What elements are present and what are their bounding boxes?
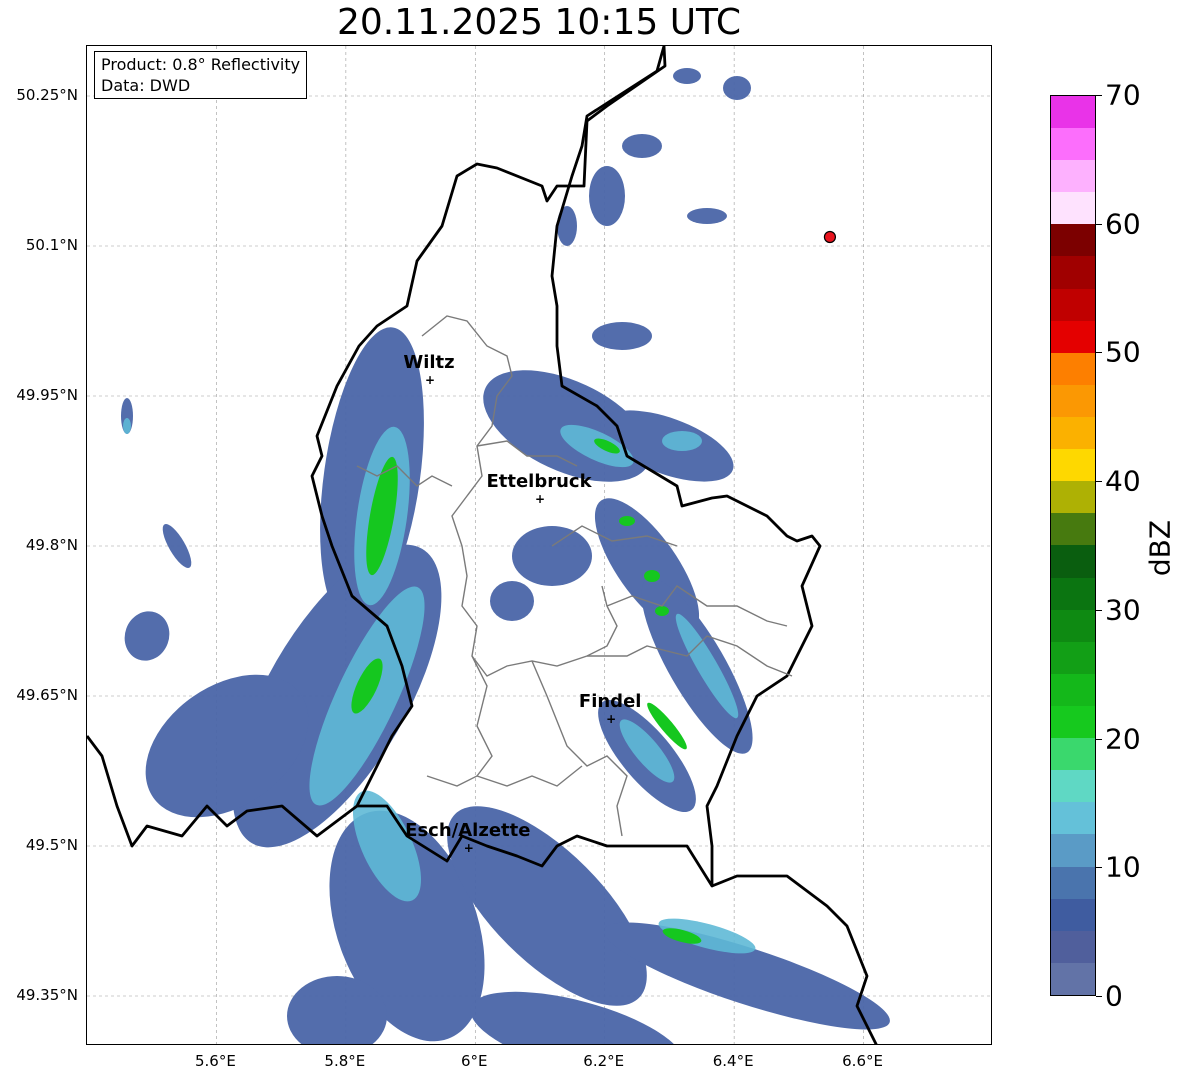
colorbar-segment [1051, 609, 1095, 642]
colorbar-segment [1051, 577, 1095, 610]
lon-tick-label: 6°E [461, 1052, 488, 1070]
colorbar-segment [1051, 160, 1095, 193]
colorbar-segment [1051, 834, 1095, 867]
city-label: Esch/Alzette [405, 820, 531, 841]
colorbar-segment [1051, 673, 1095, 707]
colorbar-segment [1051, 352, 1095, 385]
map-canvas[interactable]: + + + + [87, 46, 992, 1045]
lat-tick-label: 49.5°N [25, 836, 78, 854]
colorbar-tick [1096, 996, 1102, 997]
colorbar-segment [1051, 481, 1095, 514]
colorbar-segment [1051, 866, 1095, 899]
lat-tick-label: 49.65°N [16, 686, 78, 704]
colorbar-segment [1051, 545, 1095, 578]
data-source-label: Data: DWD [101, 76, 191, 95]
colorbar-segment [1051, 802, 1095, 835]
colorbar-tick-label: 60 [1105, 207, 1141, 241]
map-title: 20.11.2025 10:15 UTC [336, 2, 742, 43]
colorbar-segment [1051, 320, 1095, 353]
lat-tick-label: 49.95°N [16, 386, 78, 404]
colorbar-segment [1051, 770, 1095, 803]
colorbar-tick [1096, 481, 1102, 483]
colorbar-segment [1051, 641, 1095, 674]
colorbar-segment [1051, 930, 1095, 963]
city-marker: + [535, 492, 545, 506]
product-info-box: Product: 0.8° Reflectivity Data: DWD [94, 51, 308, 99]
city-marker: + [606, 712, 616, 726]
colorbar-segment [1051, 898, 1095, 931]
lat-tick-label: 49.8°N [25, 536, 78, 554]
city-label: Findel [578, 691, 642, 712]
colorbar-segment [1051, 128, 1095, 161]
colorbar-tick-label: 10 [1105, 850, 1141, 884]
colorbar-segment [1051, 449, 1095, 482]
lon-tick-label: 6.6°E [842, 1052, 883, 1070]
city-label: Wiltz [403, 352, 455, 373]
colorbar-segment [1051, 706, 1095, 739]
colorbar-segment [1051, 192, 1095, 225]
colorbar-segment [1051, 417, 1095, 450]
colorbar [1050, 95, 1096, 996]
colorbar-tick-label: 30 [1105, 593, 1141, 627]
colorbar-segment [1051, 962, 1095, 995]
lon-tick-label: 6.4°E [712, 1052, 754, 1070]
colorbar-segment [1051, 384, 1095, 418]
colorbar-tick [1096, 867, 1102, 869]
colorbar-tick [1096, 95, 1102, 96]
colorbar-tick-label: 70 [1105, 78, 1141, 112]
colorbar-tick-label: 40 [1105, 464, 1141, 498]
product-label: Product: 0.8° Reflectivity [101, 55, 301, 74]
lat-tick-label: 50.1°N [25, 236, 78, 254]
lon-tick-label: 5.8°E [324, 1052, 366, 1070]
radar-map[interactable]: + + + + [86, 45, 992, 1045]
colorbar-segment [1051, 738, 1095, 771]
colorbar-tick-label: 50 [1105, 335, 1141, 369]
colorbar-title: dBZ [1143, 519, 1177, 577]
radar-site-marker[interactable] [823, 230, 837, 244]
colorbar-segment [1051, 513, 1095, 546]
colorbar-tick [1096, 223, 1102, 225]
lat-tick-label: 49.35°N [16, 986, 78, 1004]
city-label: Ettelbruck [486, 471, 592, 492]
colorbar-segment [1051, 95, 1095, 129]
colorbar-tick [1096, 352, 1102, 354]
lat-tick-label: 50.25°N [16, 86, 78, 104]
city-marker: + [425, 373, 435, 387]
colorbar-tick-label: 20 [1105, 722, 1141, 756]
radar-echo-layer [121, 68, 890, 1044]
lon-tick-label: 5.6°E [195, 1052, 236, 1070]
city-marker: + [464, 841, 474, 855]
colorbar-tick [1096, 738, 1102, 740]
colorbar-tick [1096, 609, 1102, 611]
colorbar-segment [1051, 224, 1095, 257]
colorbar-segment [1051, 256, 1095, 289]
colorbar-segment [1051, 288, 1095, 321]
colorbar-tick-label: 0 [1105, 979, 1123, 1013]
lon-tick-label: 6.2°E [583, 1052, 625, 1070]
